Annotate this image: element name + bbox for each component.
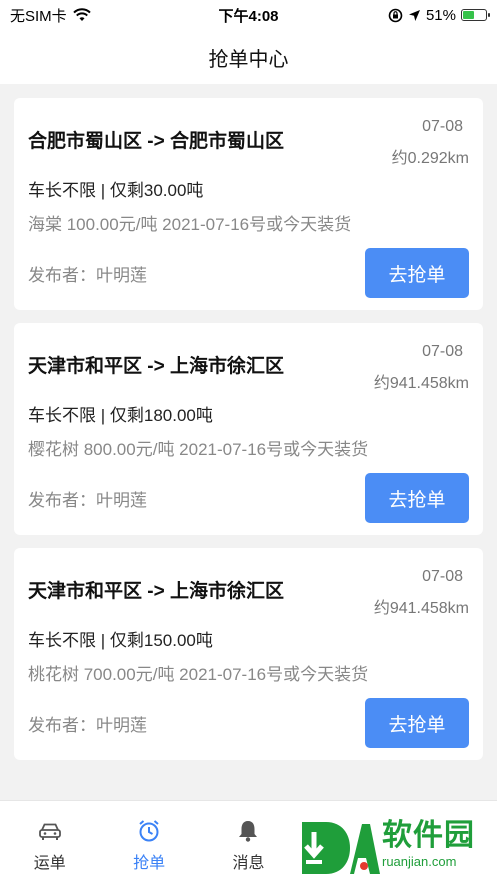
order-distance: 约941.458km xyxy=(373,600,469,617)
order-distance: 约0.292km xyxy=(391,150,469,167)
order-cargo: 樱花树 800.00元/吨 2021-07-16号或今天装货 xyxy=(28,440,369,459)
status-time: 下午4:08 xyxy=(218,7,279,25)
status-left: 无SIM卡 xyxy=(10,5,170,26)
carrier-label: 无SIM卡 xyxy=(10,7,67,25)
location-arrow-icon xyxy=(408,9,420,21)
order-capacity: 车长不限 | 仅剩150.00吨 xyxy=(28,631,213,650)
order-date: 07-08 xyxy=(422,343,463,360)
order-publisher: 发布者：叶明莲 xyxy=(28,491,147,510)
car-icon xyxy=(38,823,61,840)
orientation-lock-icon xyxy=(388,8,403,22)
tab-label: 抢单 xyxy=(133,855,166,872)
watermark-title: 软件园 xyxy=(382,819,475,852)
order-capacity: 车长不限 | 仅剩180.00吨 xyxy=(28,406,213,425)
tab-grab-order[interactable]: 抢单 xyxy=(99,801,198,883)
order-card: 天津市和平区 -> 上海市徐汇区 07-08 约941.458km 车长不限 |… xyxy=(14,548,483,760)
nav-bar: 抢单中心 xyxy=(0,30,497,84)
tab-label: 运单 xyxy=(33,855,66,872)
battery-icon xyxy=(461,9,490,21)
tab-label: 消息 xyxy=(232,855,265,872)
order-cargo: 桃花树 700.00元/吨 2021-07-16号或今天装货 xyxy=(28,665,369,684)
tab-waybill[interactable]: 运单 xyxy=(0,801,99,883)
watermark: 软件园 ruanjian.com xyxy=(296,818,497,883)
order-capacity: 车长不限 | 仅剩30.00吨 xyxy=(28,181,204,200)
wifi-icon xyxy=(72,8,91,21)
battery-level xyxy=(463,11,474,19)
grab-order-button[interactable]: 去抢单 xyxy=(365,698,469,748)
page-title: 抢单中心 xyxy=(208,48,289,71)
bell-icon xyxy=(239,821,258,842)
order-date: 07-08 xyxy=(422,118,463,135)
order-route: 合肥市蜀山区 -> 合肥市蜀山区 xyxy=(28,131,284,152)
order-cargo: 海棠 100.00元/吨 2021-07-16号或今天装货 xyxy=(28,215,352,234)
order-route: 天津市和平区 -> 上海市徐汇区 xyxy=(28,356,284,377)
watermark-text: 软件园 ruanjian.com xyxy=(382,818,475,870)
status-bar: 无SIM卡 下午4:08 51% xyxy=(0,0,497,30)
order-card: 合肥市蜀山区 -> 合肥市蜀山区 07-08 约0.292km 车长不限 | 仅… xyxy=(14,98,483,310)
watermark-logo-icon xyxy=(302,822,380,874)
tab-messages[interactable]: 消息 xyxy=(199,801,298,883)
order-publisher: 发布者：叶明莲 xyxy=(28,266,147,285)
order-card: 天津市和平区 -> 上海市徐汇区 07-08 约941.458km 车长不限 |… xyxy=(14,323,483,535)
order-date: 07-08 xyxy=(422,568,463,585)
order-publisher: 发布者：叶明莲 xyxy=(28,716,147,735)
grab-order-button[interactable]: 去抢单 xyxy=(365,248,469,298)
order-distance: 约941.458km xyxy=(373,375,469,392)
status-right: 51% xyxy=(327,6,490,24)
order-route: 天津市和平区 -> 上海市徐汇区 xyxy=(28,581,284,602)
watermark-url: ruanjian.com xyxy=(382,854,457,869)
alarm-clock-icon xyxy=(139,820,159,842)
battery-percent: 51% xyxy=(425,6,456,24)
grab-order-button[interactable]: 去抢单 xyxy=(365,473,469,523)
